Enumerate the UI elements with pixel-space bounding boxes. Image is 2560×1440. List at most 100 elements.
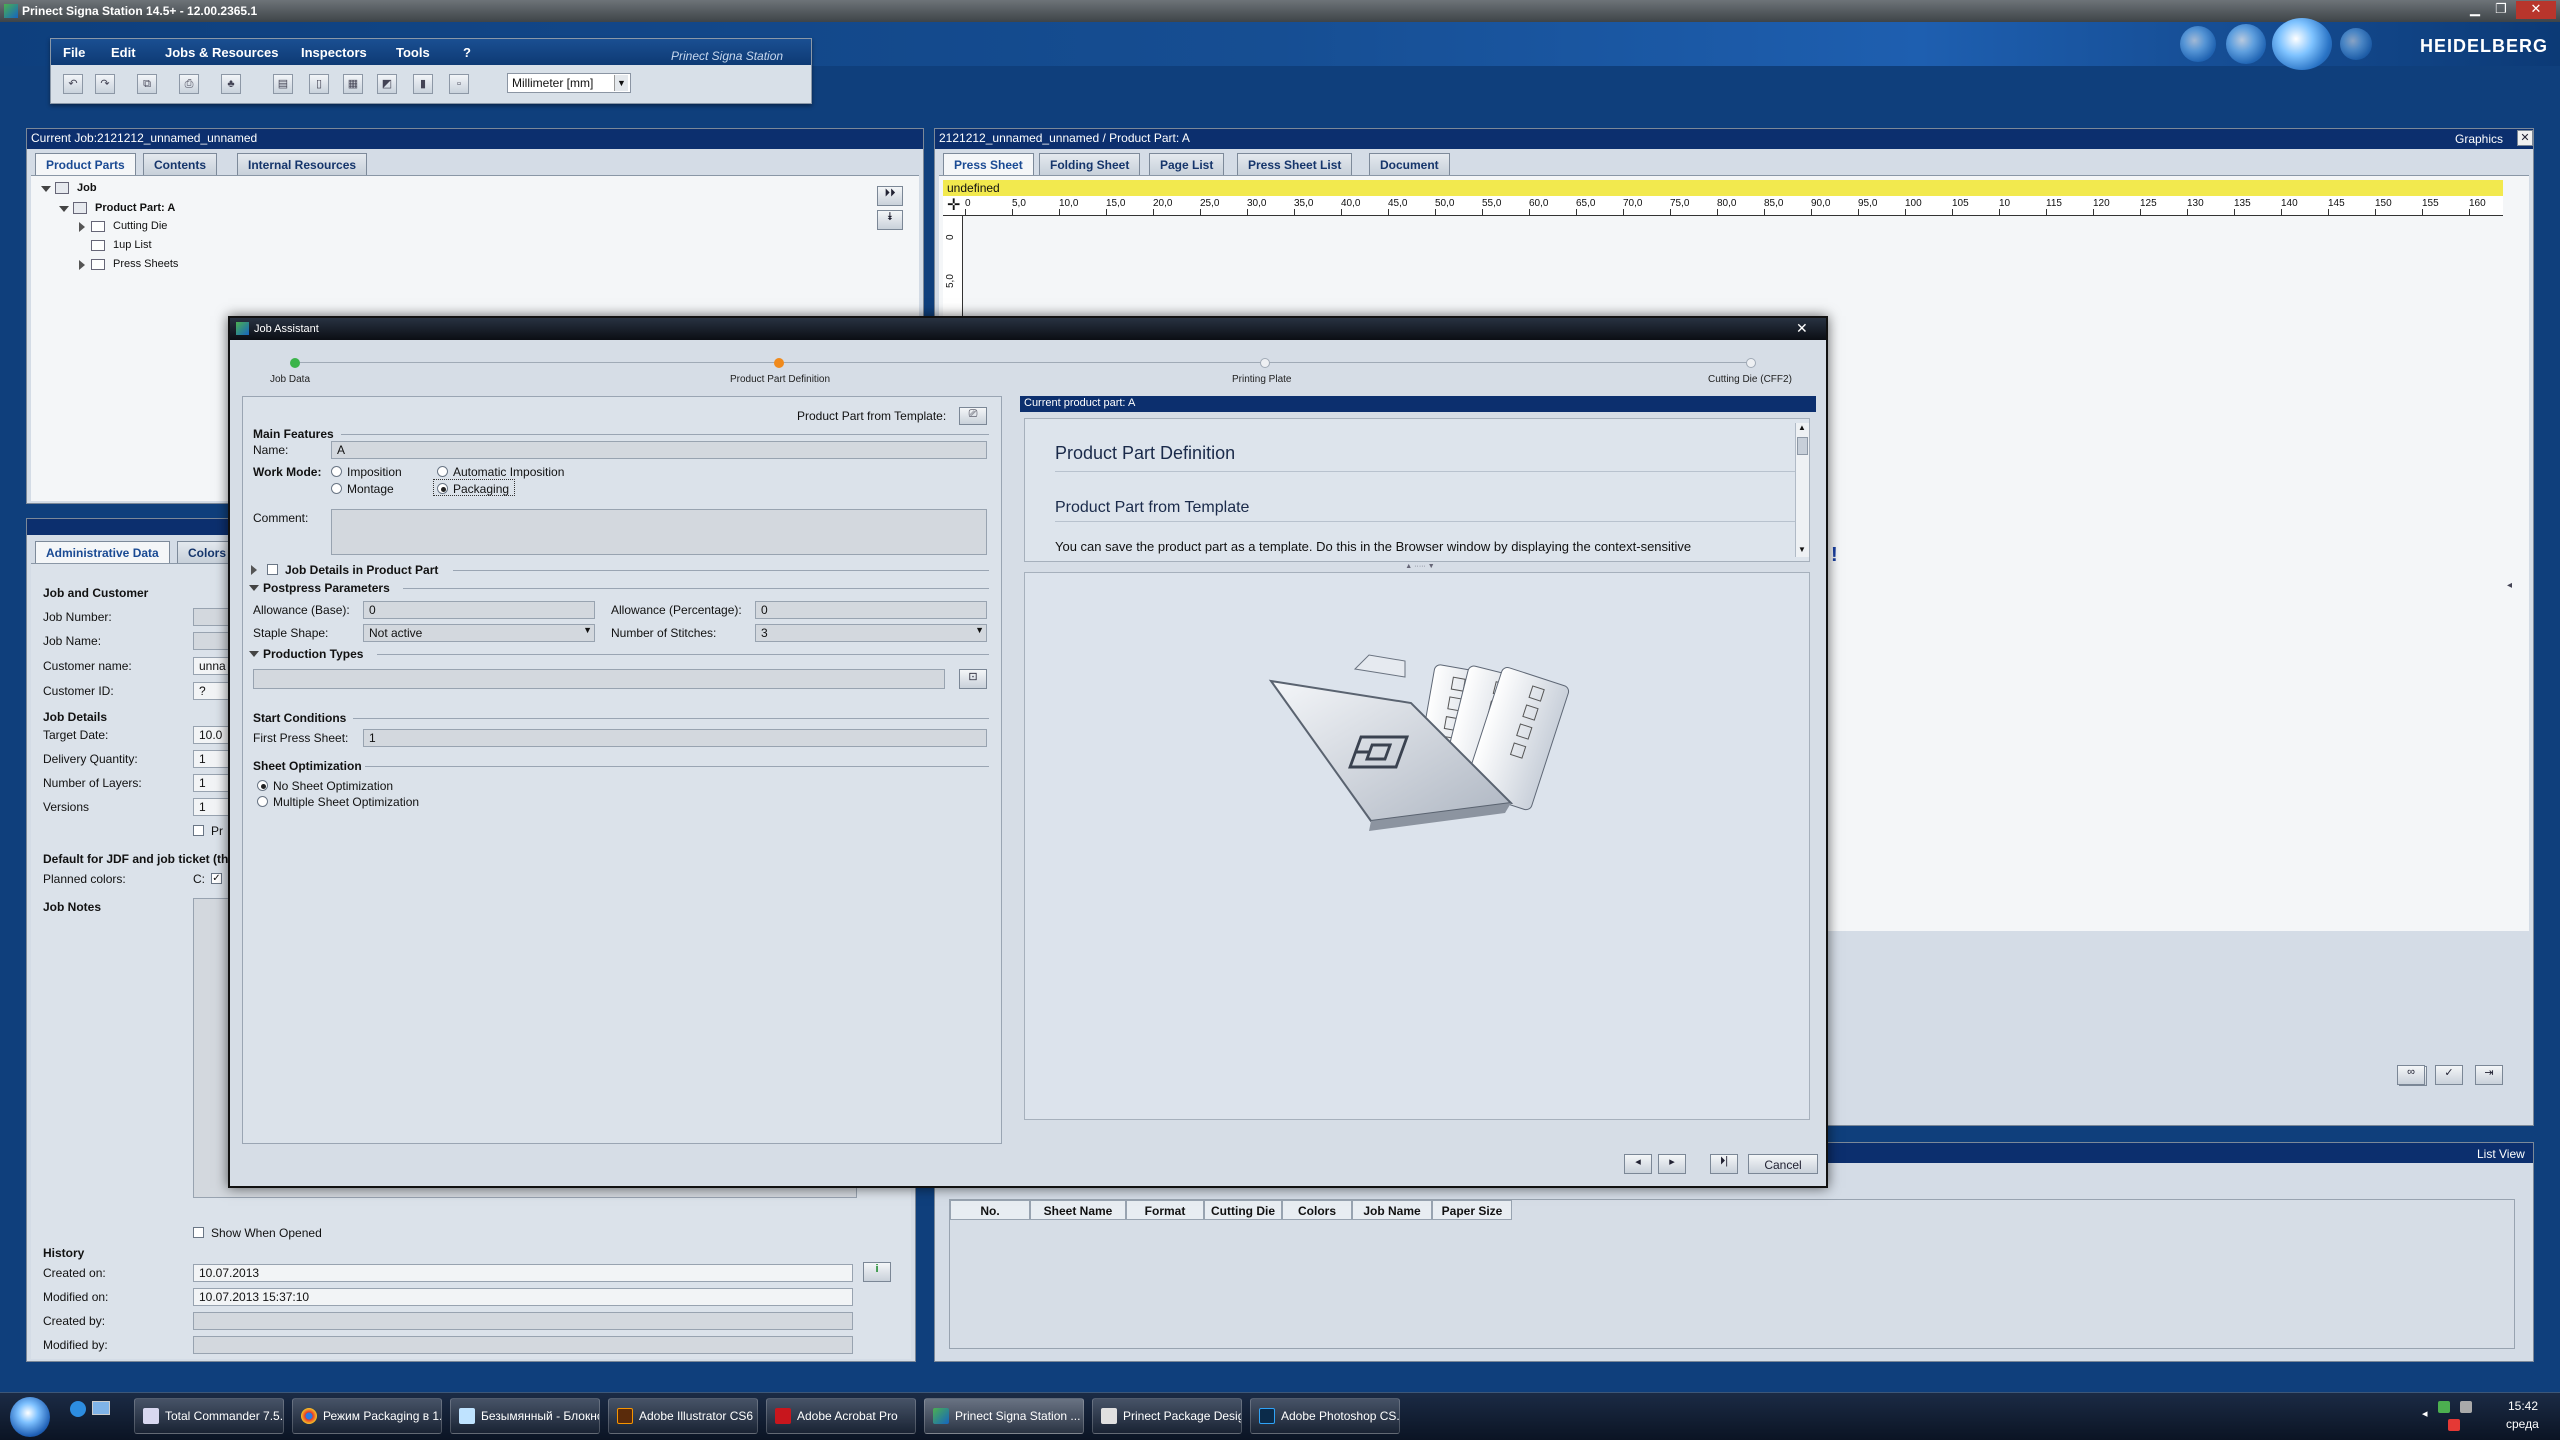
task-acrobat[interactable]: Adobe Acrobat Pro <box>766 1398 916 1434</box>
scroll-down-icon[interactable]: ▼ <box>1798 545 1806 554</box>
job-number-field[interactable] <box>193 608 233 626</box>
tray-volume-icon[interactable] <box>2460 1401 2472 1413</box>
no-optimization-radio[interactable] <box>257 780 268 791</box>
grid-icon[interactable]: ▦ <box>343 74 363 94</box>
comment-field[interactable] <box>331 509 987 555</box>
template-button[interactable]: ⎚ <box>959 407 987 425</box>
target-date-field[interactable]: 10.0 <box>193 726 233 744</box>
info-icon[interactable]: i <box>863 1262 891 1282</box>
step-product-part-definition[interactable]: Product Part Definition <box>730 374 830 385</box>
cancel-button[interactable]: Cancel <box>1748 1154 1818 1174</box>
mode-packaging-radio[interactable] <box>437 483 448 494</box>
tab-administrative-data[interactable]: Administrative Data <box>35 541 170 563</box>
show-when-opened-checkbox[interactable] <box>193 1227 204 1238</box>
allowance-pct-field[interactable]: 0 <box>755 601 987 619</box>
tree-product-part[interactable]: Product Part: A <box>95 202 175 214</box>
expand-job-details-icon[interactable] <box>251 565 257 575</box>
mode-montage-radio[interactable] <box>331 483 342 494</box>
graphics-close-icon[interactable]: ✕ <box>2517 130 2533 146</box>
tab-document[interactable]: Document <box>1369 153 1450 175</box>
collapse-production-types-icon[interactable] <box>249 651 259 657</box>
menu-help[interactable]: ? <box>463 45 471 60</box>
layout-icon[interactable]: ▤ <box>273 74 293 94</box>
job-name-field[interactable] <box>193 632 233 650</box>
copy-icon[interactable]: ⧉ <box>137 74 157 94</box>
col-colors[interactable]: Colors <box>1282 1200 1352 1220</box>
delivery-quantity-field[interactable]: 1 <box>193 750 233 768</box>
tray-flag-icon[interactable] <box>2448 1419 2460 1431</box>
col-job-name[interactable]: Job Name <box>1352 1200 1432 1220</box>
first-press-sheet-field[interactable]: 1 <box>363 729 987 747</box>
step-dot-printing-plate[interactable] <box>1260 358 1270 368</box>
clock-time[interactable]: 15:42 <box>2508 1399 2538 1413</box>
tray-chevron-icon[interactable]: ◂ <box>2422 1407 2428 1420</box>
units-select[interactable]: Millimeter [mm] ▼ <box>507 73 631 93</box>
step-job-data[interactable]: Job Data <box>270 374 310 385</box>
menu-inspectors[interactable]: Inspectors <box>301 45 367 60</box>
collapse-postpress-icon[interactable] <box>249 585 259 591</box>
col-cutting-die[interactable]: Cutting Die <box>1204 1200 1282 1220</box>
dialog-close-icon[interactable]: ✕ <box>1796 320 1808 337</box>
tab-contents[interactable]: Contents <box>143 153 217 175</box>
fit-view-button[interactable]: ⇥ <box>2475 1065 2503 1085</box>
document-icon[interactable]: ▫ <box>449 74 469 94</box>
step-cutting-die[interactable]: Cutting Die (CFF2) <box>1708 374 1792 385</box>
print-icon[interactable]: ⎙ <box>179 74 199 94</box>
redo-icon[interactable]: ↷ <box>95 74 115 94</box>
step-printing-plate[interactable]: Printing Plate <box>1232 374 1291 385</box>
task-illustrator[interactable]: Adobe Illustrator CS6 <box>608 1398 758 1434</box>
splitter[interactable]: ▲ ····· ▼ <box>1380 563 1460 570</box>
pr-checkbox[interactable] <box>193 825 204 836</box>
expand-job-icon[interactable] <box>41 186 51 192</box>
step-dot-cutting-die[interactable] <box>1746 358 1756 368</box>
expand-cutting-die-icon[interactable] <box>79 222 85 232</box>
job-details-checkbox[interactable] <box>267 564 278 575</box>
scroll-up-icon[interactable]: ▲ <box>1798 423 1806 432</box>
layers-field[interactable]: 1 <box>193 774 233 792</box>
tab-product-parts[interactable]: Product Parts <box>35 153 136 175</box>
task-total-commander[interactable]: Total Commander 7.5... <box>134 1398 284 1434</box>
tab-press-sheet-list[interactable]: Press Sheet List <box>1237 153 1353 175</box>
task-photoshop[interactable]: Adobe Photoshop CS... <box>1250 1398 1400 1434</box>
step-dot-product-part[interactable] <box>774 358 784 368</box>
staple-shape-select[interactable]: Not active ▼ <box>363 624 595 642</box>
scroll-thumb[interactable] <box>1797 437 1808 455</box>
stitches-select[interactable]: 3 ▼ <box>755 624 987 642</box>
menu-file[interactable]: File <box>63 45 85 60</box>
menu-edit[interactable]: Edit <box>111 45 136 60</box>
task-notepad[interactable]: Безымянный - Блокнот <box>450 1398 600 1434</box>
task-package-designer[interactable]: Prinect Package Desig... <box>1092 1398 1242 1434</box>
tab-internal-resources[interactable]: Internal Resources <box>237 153 368 175</box>
ie-icon[interactable] <box>70 1401 86 1417</box>
fold-icon[interactable]: ◩ <box>377 74 397 94</box>
customer-name-field[interactable]: unna <box>193 657 233 675</box>
sheet-icon[interactable]: ▮ <box>413 74 433 94</box>
tray-network-icon[interactable] <box>2438 1401 2450 1413</box>
menu-tools[interactable]: Tools <box>396 45 430 60</box>
expand-press-sheets-icon[interactable] <box>79 260 85 270</box>
start-button[interactable] <box>10 1397 50 1437</box>
planned-colors-checkbox[interactable]: ✓ <box>211 873 222 884</box>
help-scrollbar[interactable]: ▲ ▼ <box>1795 423 1809 557</box>
tree-cutting-die[interactable]: Cutting Die <box>113 220 167 232</box>
menu-jobs-resources[interactable]: Jobs & Resources <box>165 45 278 60</box>
tree-job[interactable]: Job <box>77 182 97 194</box>
allowance-base-field[interactable]: 0 <box>363 601 595 619</box>
task-chrome[interactable]: Режим Packaging в 1... <box>292 1398 442 1434</box>
tree-icon[interactable]: ♣ <box>221 74 241 94</box>
name-field[interactable]: A <box>331 441 987 459</box>
mode-imposition-radio[interactable] <box>331 466 342 477</box>
undo-icon[interactable]: ↶ <box>63 74 83 94</box>
col-format[interactable]: Format <box>1126 1200 1204 1220</box>
next-button[interactable]: ▸ <box>1658 1154 1686 1174</box>
tab-folding-sheet[interactable]: Folding Sheet <box>1039 153 1141 175</box>
production-types-button[interactable]: ⊡ <box>959 669 987 689</box>
tree-1up-list[interactable]: 1up List <box>113 239 152 251</box>
page-icon[interactable]: ▯ <box>309 74 329 94</box>
task-signa-station[interactable]: Prinect Signa Station ... <box>924 1398 1084 1434</box>
close-icon[interactable]: ✕ <box>2516 1 2556 19</box>
tree-press-sheets[interactable]: Press Sheets <box>113 258 178 270</box>
col-no[interactable]: No. <box>950 1200 1030 1220</box>
col-sheet-name[interactable]: Sheet Name <box>1030 1200 1126 1220</box>
link-button[interactable]: ∞ <box>2397 1065 2425 1085</box>
